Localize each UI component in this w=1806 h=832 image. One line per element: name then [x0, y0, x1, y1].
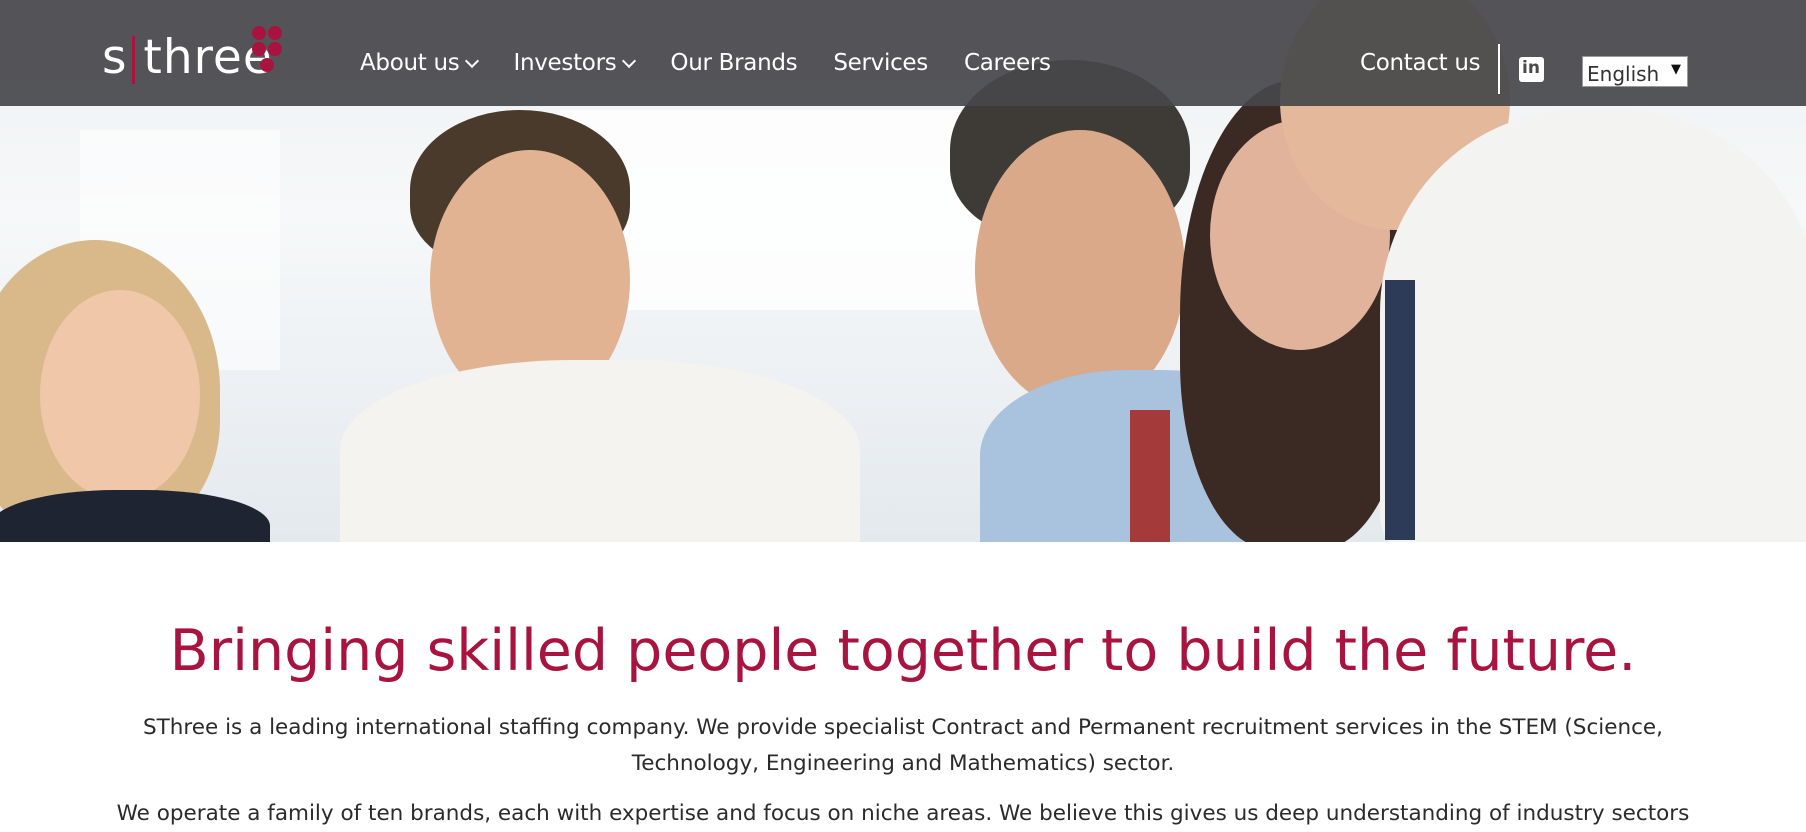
person-body	[1380, 110, 1806, 542]
person-body	[0, 490, 270, 542]
site-header: s three About us Investors Our Brands Se…	[0, 0, 1806, 106]
tie	[1385, 280, 1415, 540]
nav-investors[interactable]: Investors	[513, 50, 637, 76]
logo-dot-icon	[252, 26, 266, 40]
language-select[interactable]: English ▼	[1582, 56, 1688, 87]
dropdown-arrow-icon: ▼	[1671, 62, 1681, 77]
header-divider	[1498, 44, 1500, 94]
logo-text: s three	[102, 30, 273, 85]
language-selected: English	[1587, 62, 1660, 86]
logo-dot-icon	[252, 42, 266, 56]
nav-about-us-label: About us	[360, 50, 460, 76]
main-nav: About us Investors Our Brands Services C…	[360, 50, 1087, 76]
logo-dot-icon	[268, 26, 282, 40]
contact-us-link[interactable]: Contact us	[1360, 50, 1481, 76]
page-headline: Bringing skilled people together to buil…	[169, 618, 1637, 684]
intro-paragraph: SThree is a leading international staffi…	[143, 715, 1663, 776]
nav-services-label: Services	[833, 50, 928, 76]
chevron-down-icon	[622, 53, 637, 68]
nav-about-us[interactable]: About us	[360, 50, 480, 76]
person-body	[340, 360, 860, 542]
sthree-logo[interactable]: s three	[102, 22, 282, 88]
nav-our-brands-label: Our Brands	[670, 50, 798, 76]
nav-investors-label: Investors	[513, 50, 617, 76]
nav-services[interactable]: Services	[833, 50, 928, 76]
logo-dot-icon	[260, 58, 274, 72]
nav-our-brands[interactable]: Our Brands	[670, 50, 797, 76]
person-face	[975, 130, 1185, 410]
nav-careers-label: Careers	[963, 50, 1051, 76]
linkedin-icon[interactable]: in	[1519, 57, 1544, 82]
chevron-down-icon	[465, 53, 480, 68]
tie	[1130, 410, 1170, 542]
person-face	[40, 290, 200, 500]
linkedin-glyph: in	[1522, 58, 1540, 78]
second-paragraph: We operate a family of ten brands, each …	[116, 801, 1690, 826]
logo-divider	[132, 36, 135, 84]
nav-careers[interactable]: Careers	[964, 50, 1051, 76]
logo-dot-icon	[268, 42, 282, 56]
